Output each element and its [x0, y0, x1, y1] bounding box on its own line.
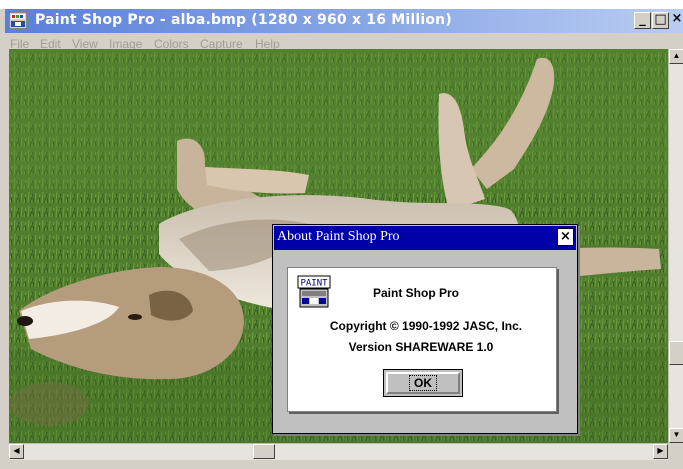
title-bar[interactable]: Paint Shop Pro - alba.bmp (1280 x 960 x … [5, 9, 683, 33]
dialog-title: About Paint Shop Pro [277, 229, 400, 244]
paint-shop-pro-app-icon[interactable] [9, 12, 27, 29]
version-text: Version SHAREWARE 1.0 [348, 340, 494, 354]
minimize-button[interactable]: _ [634, 12, 651, 29]
ok-button-label: OK [409, 375, 437, 391]
close-button[interactable]: × [670, 12, 683, 29]
copyright-text: Copyright © 1990-1992 JASC, Inc. [329, 319, 523, 333]
product-name: Paint Shop Pro [373, 286, 460, 300]
scroll-up-arrow-icon[interactable]: ▲ [669, 49, 683, 64]
horizontal-scrollbar[interactable]: ◀ ▶ [9, 443, 668, 460]
maximize-button[interactable]: □ [652, 12, 669, 29]
scroll-left-arrow-icon[interactable]: ◀ [9, 444, 24, 459]
horizontal-scroll-thumb[interactable] [253, 444, 275, 459]
paint-program-icon: PAINT [297, 275, 331, 308]
dialog-close-button[interactable]: × [557, 228, 574, 246]
scrollbar-corner [668, 443, 683, 460]
ok-button[interactable]: OK [383, 369, 463, 397]
scroll-down-arrow-icon[interactable]: ▼ [669, 428, 683, 443]
dialog-title-bar[interactable]: About Paint Shop Pro × [274, 226, 576, 250]
vertical-scrollbar[interactable]: ▲ ▼ [668, 49, 683, 443]
ok-button-face: OK [386, 372, 460, 394]
scroll-right-arrow-icon[interactable]: ▶ [653, 444, 668, 459]
window-title: Paint Shop Pro - alba.bmp (1280 x 960 x … [35, 12, 452, 28]
vertical-scroll-thumb[interactable] [669, 341, 683, 365]
about-dialog: About Paint Shop Pro × PAINT Paint Shop … [272, 224, 578, 434]
paint-icon-label: PAINT [300, 279, 328, 289]
